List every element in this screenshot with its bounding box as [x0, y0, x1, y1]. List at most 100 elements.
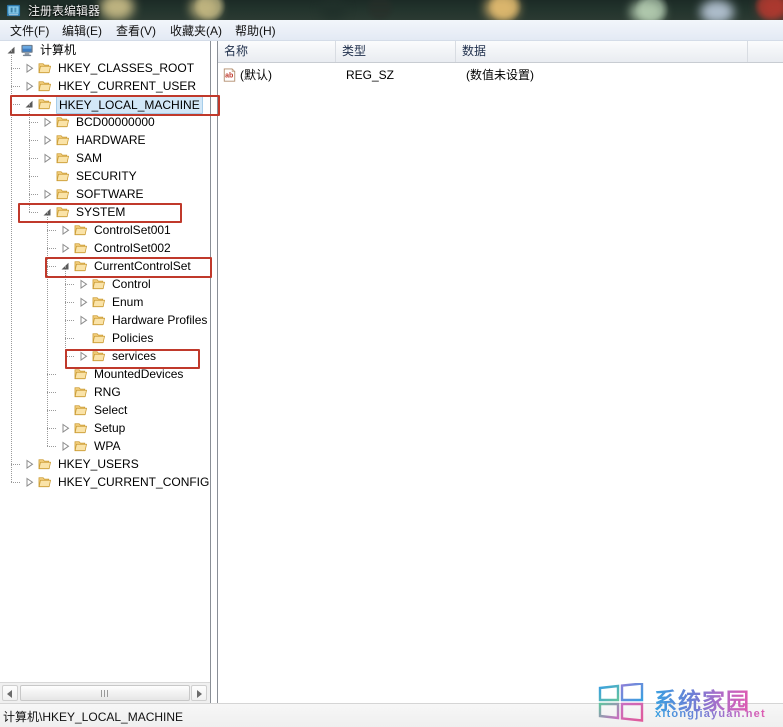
tree-node-controlset002[interactable]: ControlSet002 [0, 239, 210, 257]
scroll-right-arrow[interactable] [191, 685, 207, 701]
registry-editor-icon [6, 3, 21, 18]
tree-node-label: HKEY_LOCAL_MACHINE [56, 96, 203, 114]
column-header-name[interactable]: 名称 [218, 41, 336, 62]
tree-expand-arrow-collapsed-icon[interactable] [24, 63, 35, 74]
tree-guide-line [47, 392, 56, 394]
wallpaper-blur-blob [320, 0, 346, 20]
tree-node-controlset001[interactable]: ControlSet001 [0, 221, 210, 239]
tree-node-mounteddevices[interactable]: MountedDevices [0, 365, 210, 383]
tree-guide-line [65, 338, 74, 340]
pane-splitter[interactable] [210, 41, 218, 703]
tree-node-label: Enum [110, 293, 145, 311]
folder-icon [92, 331, 107, 345]
tree-node-hkey-users[interactable]: HKEY_USERS [0, 455, 210, 473]
tree-node-currentcontrolset[interactable]: CurrentControlSet [0, 257, 210, 275]
scroll-left-arrow[interactable] [2, 685, 18, 701]
tree-expand-arrow-collapsed-icon[interactable] [24, 459, 35, 470]
tree-guide-line [47, 248, 56, 250]
menu-item-favorites[interactable]: 收藏夹(A) [166, 23, 226, 39]
column-header-type[interactable]: 类型 [336, 41, 456, 62]
tree-horizontal-scrollbar[interactable] [0, 682, 210, 703]
menu-bar: 文件(F) 编辑(E) 查看(V) 收藏夹(A) 帮助(H) [0, 20, 783, 41]
tree-expand-arrow-collapsed-icon[interactable] [60, 225, 71, 236]
wallpaper-blur-blob [758, 0, 783, 20]
tree-node-hkey-current-config[interactable]: HKEY_CURRENT_CONFIG [0, 473, 210, 491]
tree-guide-line [47, 374, 56, 376]
folder-icon [74, 385, 89, 399]
tree-node-hkey-local-machine[interactable]: HKEY_LOCAL_MACHINE [0, 95, 210, 113]
folder-icon [74, 223, 89, 237]
tree-expand-arrow-collapsed-icon[interactable] [60, 243, 71, 254]
tree-node-label: Control [110, 275, 153, 293]
folder-icon [56, 133, 71, 147]
tree-expand-arrow-collapsed-icon[interactable] [42, 117, 53, 128]
status-bar-path: 计算机\HKEY_LOCAL_MACHINE [3, 708, 183, 725]
tree-node-hardware-profiles[interactable]: Hardware Profiles [0, 311, 210, 329]
tree-node-hkey-classes-root[interactable]: HKEY_CLASSES_ROOT [0, 59, 210, 77]
tree-guide-line [29, 194, 38, 196]
tree-node-wpa[interactable]: WPA [0, 437, 210, 455]
tree-guide-line [29, 158, 38, 160]
tree-guide-line [65, 320, 74, 322]
tree-guide-line [11, 68, 20, 70]
tree-expand-arrow-collapsed-icon[interactable] [78, 279, 89, 290]
tree-node-rng[interactable]: RNG [0, 383, 210, 401]
tree-expand-arrow-collapsed-icon[interactable] [78, 297, 89, 308]
window-title: 注册表编辑器 [28, 2, 100, 19]
tree-node-label: Policies [110, 329, 155, 347]
column-header-data[interactable]: 数据 [456, 41, 748, 62]
tree-expand-arrow-collapsed-icon[interactable] [78, 315, 89, 326]
svg-text:ab: ab [225, 73, 233, 80]
value-row[interactable]: ab (默认) REG_SZ (数值未设置) [218, 67, 783, 84]
tree-guide-line [65, 284, 74, 286]
tree-guide-line [65, 302, 74, 304]
registry-values-pane[interactable]: 名称 类型 数据 ab (默认) REG_SZ (数值未设置) [218, 41, 783, 703]
tree-node-hkey-current-user[interactable]: HKEY_CURRENT_USER [0, 77, 210, 95]
tree-node-label: SECURITY [74, 167, 139, 185]
value-type-cell: REG_SZ [346, 67, 394, 84]
tree-expand-arrow-collapsed-icon[interactable] [42, 153, 53, 164]
wallpaper-blur-blob [100, 0, 134, 20]
tree-node-label: HKEY_CLASSES_ROOT [56, 59, 196, 77]
tree-expand-arrow-collapsed-icon[interactable] [24, 477, 35, 488]
tree-node-label: Hardware Profiles [110, 311, 209, 329]
values-column-header-row: 名称 类型 数据 [218, 41, 783, 63]
tree-node-select[interactable]: Select [0, 401, 210, 419]
tree-node-computer[interactable]: 计算机 [0, 41, 210, 59]
tree-node-label: HKEY_USERS [56, 455, 141, 473]
wallpaper-blur-blob [700, 0, 734, 20]
tree-expand-arrow-collapsed-icon[interactable] [24, 81, 35, 92]
menu-item-help[interactable]: 帮助(H) [231, 23, 280, 39]
tree-node-services[interactable]: services [0, 347, 210, 365]
value-name-cell: (默认) [240, 67, 272, 84]
tree-guide-line [47, 446, 56, 448]
tree-guide-line [29, 212, 38, 214]
tree-expand-arrow-collapsed-icon[interactable] [42, 135, 53, 146]
tree-node-label: BCD00000000 [74, 113, 157, 131]
menu-item-view[interactable]: 查看(V) [112, 23, 160, 39]
folder-icon [92, 313, 107, 327]
tree-expand-arrow-collapsed-icon[interactable] [78, 351, 89, 362]
tree-node-enum[interactable]: Enum [0, 293, 210, 311]
tree-expand-arrow-collapsed-icon[interactable] [60, 441, 71, 452]
tree-guide-line [11, 482, 20, 484]
value-data-cell: (数值未设置) [466, 67, 534, 84]
menu-item-edit[interactable]: 编辑(E) [58, 23, 106, 39]
site-watermark: 系统家园 xitongjiayuan.net [598, 682, 780, 724]
tree-node-label: Select [92, 401, 129, 419]
registry-tree-pane[interactable]: 计算机HKEY_CLASSES_ROOTHKEY_CURRENT_USERHKE… [0, 41, 210, 703]
tree-node-setup[interactable]: Setup [0, 419, 210, 437]
tree-expand-arrow-collapsed-icon[interactable] [60, 423, 71, 434]
folder-icon [74, 421, 89, 435]
folder-icon [56, 187, 71, 201]
tree-node-label: HKEY_CURRENT_USER [56, 77, 198, 95]
folder-icon [56, 115, 71, 129]
menu-item-file[interactable]: 文件(F) [6, 23, 53, 39]
tree-node-label: WPA [92, 437, 122, 455]
tree-guide-line [65, 356, 74, 358]
tree-node-label: CurrentControlSet [92, 257, 193, 275]
tree-node-control[interactable]: Control [0, 275, 210, 293]
tree-node-policies[interactable]: Policies [0, 329, 210, 347]
tree-expand-arrow-collapsed-icon[interactable] [42, 189, 53, 200]
scrollbar-thumb[interactable] [20, 685, 190, 701]
